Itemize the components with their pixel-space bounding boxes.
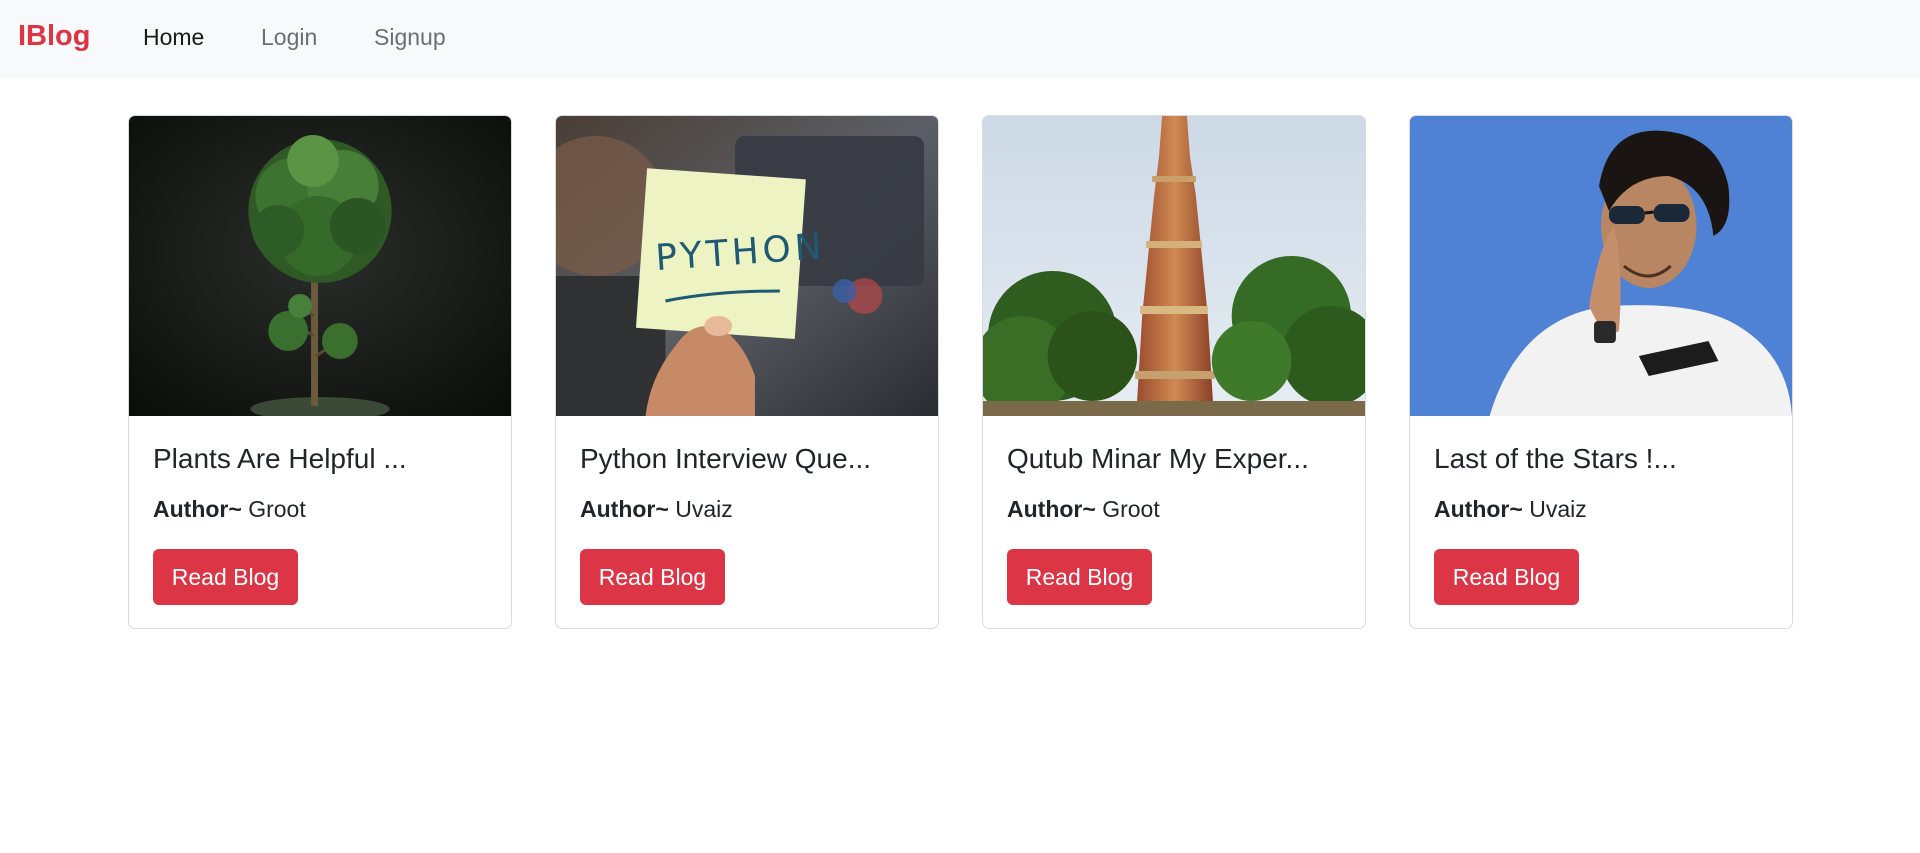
card-title: Qutub Minar My Exper...: [1007, 443, 1309, 474]
author-name: Groot: [248, 496, 306, 522]
nav-link-signup[interactable]: Signup: [374, 24, 446, 51]
card-author: Author~ Uvaiz: [580, 496, 733, 523]
blog-card: Plants Are Helpful ... Author~ Groot Rea…: [128, 115, 512, 629]
brand-logo[interactable]: IBlog: [18, 20, 91, 53]
card-author: Author~ Uvaiz: [1434, 496, 1587, 523]
card-author: Author~ Groot: [1007, 496, 1160, 523]
navbar: IBlog Home Login Signup: [0, 0, 1920, 78]
nav-link-login[interactable]: Login: [261, 24, 317, 51]
card-title: Plants Are Helpful ...: [153, 443, 407, 474]
author-label: Author~: [153, 496, 242, 522]
author-label: Author~: [580, 496, 669, 522]
blog-card: Qutub Minar My Exper... Author~ Groot Re…: [982, 115, 1366, 629]
card-image-plant: [129, 116, 511, 416]
card-title: Python Interview Que...: [580, 443, 872, 474]
blog-card: Last of the Stars !... Author~ Uvaiz Rea…: [1409, 115, 1793, 629]
author-name: Groot: [1102, 496, 1160, 522]
card-image-qutub-minar: [983, 116, 1365, 416]
read-blog-button[interactable]: Read Blog: [580, 549, 725, 605]
author-name: Uvaiz: [1529, 496, 1587, 522]
nav-link-home[interactable]: Home: [143, 24, 204, 51]
card-title: Last of the Stars !...: [1434, 443, 1677, 474]
card-image-python: PYTHON: [556, 116, 938, 416]
card-author: Author~ Groot: [153, 496, 306, 523]
author-label: Author~: [1434, 496, 1523, 522]
read-blog-button[interactable]: Read Blog: [153, 549, 298, 605]
read-blog-button[interactable]: Read Blog: [1434, 549, 1579, 605]
card-image-man-greeting: [1410, 116, 1792, 416]
author-name: Uvaiz: [675, 496, 733, 522]
read-blog-button[interactable]: Read Blog: [1007, 549, 1152, 605]
blog-card: PYTHON Python Interview Que... Author~ U…: [555, 115, 939, 629]
author-label: Author~: [1007, 496, 1096, 522]
